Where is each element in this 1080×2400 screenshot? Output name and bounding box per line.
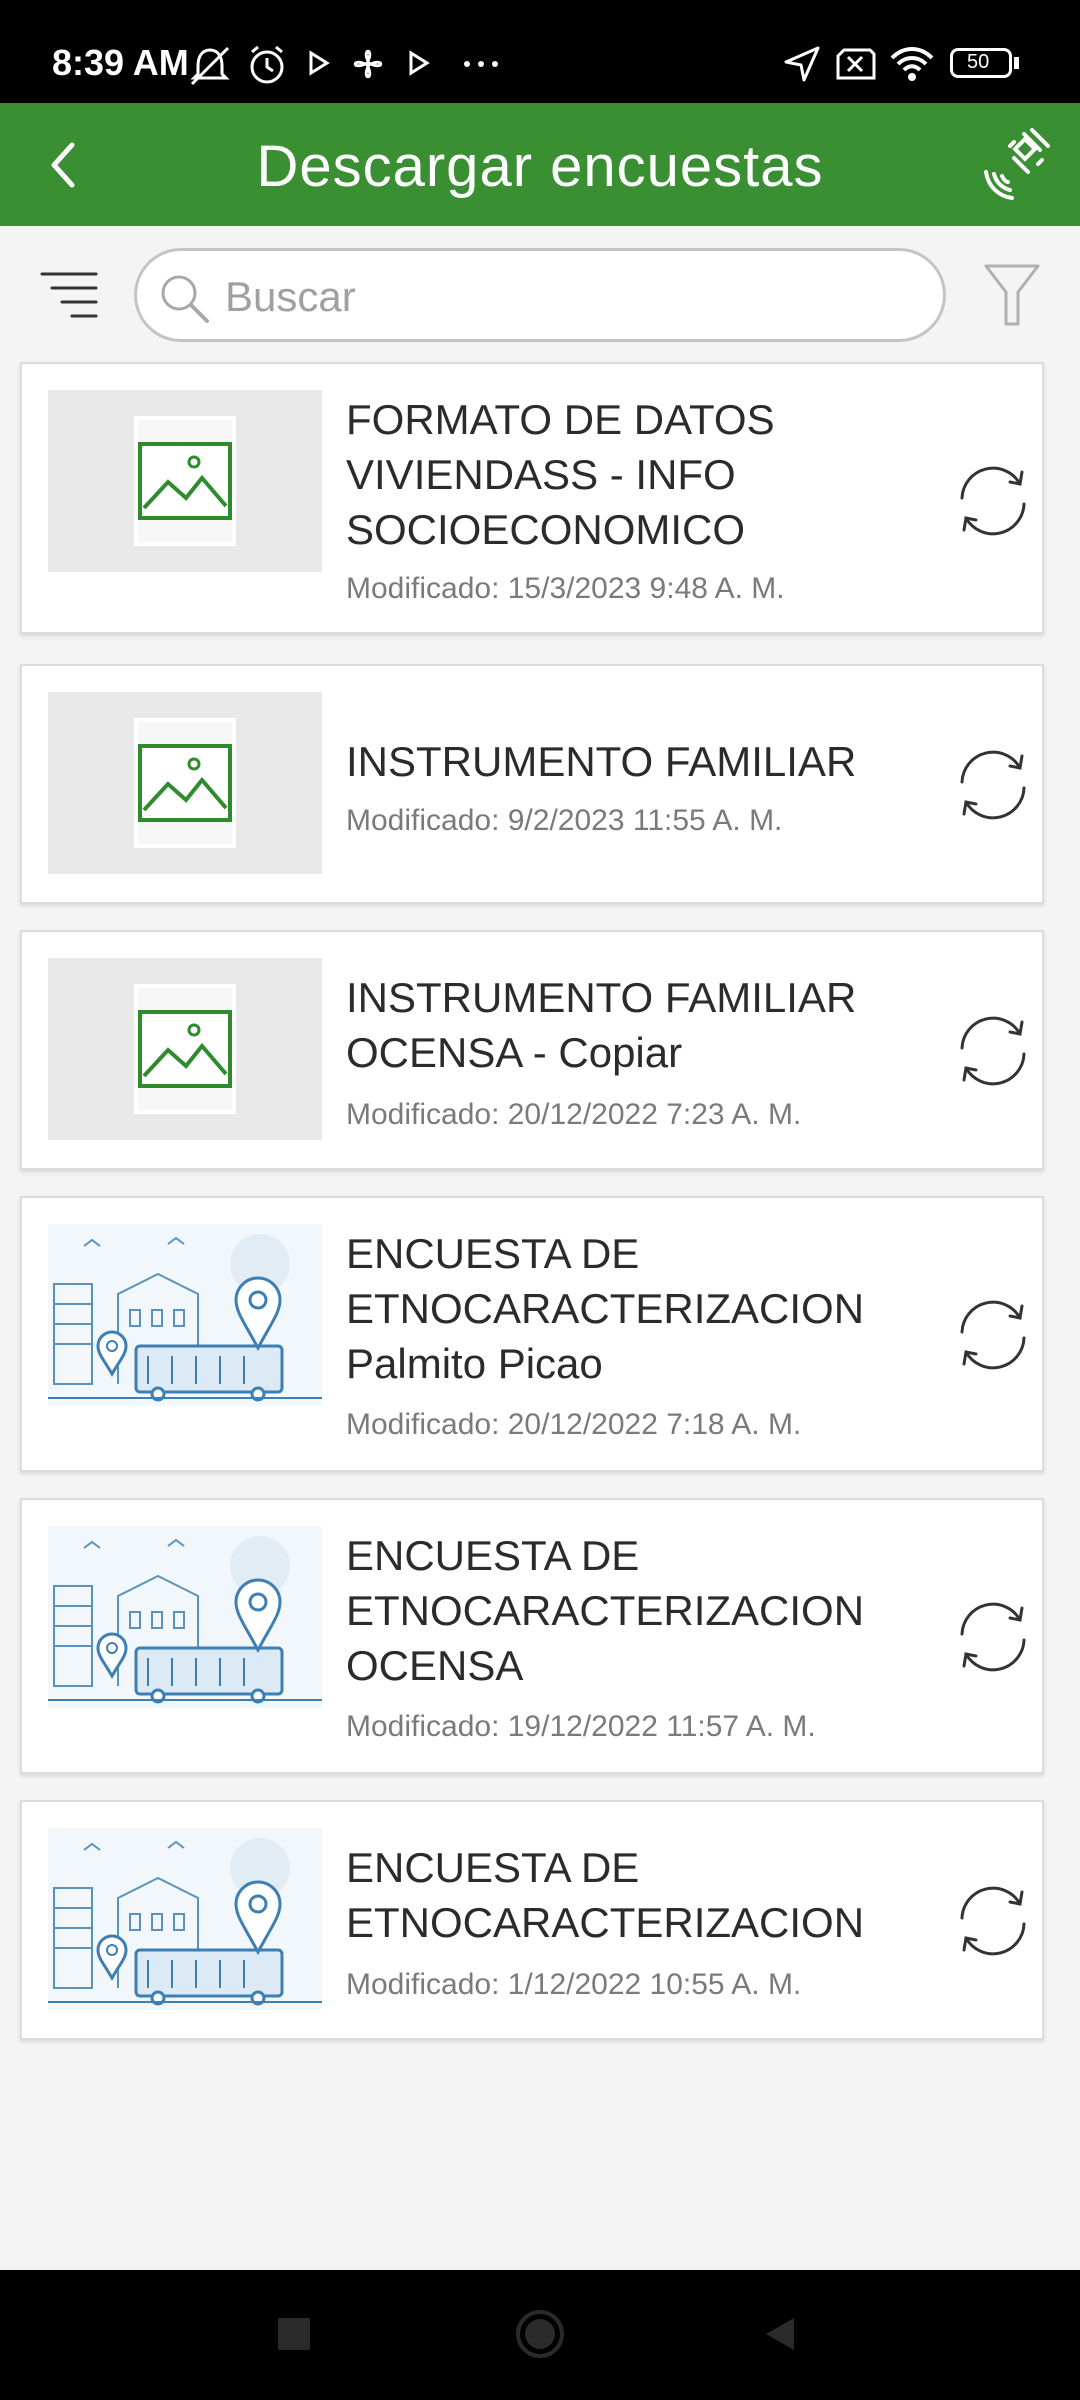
survey-card[interactable]: INSTRUMENTO FAMILIAR OCENSA - Copiar Mod… [20,930,1044,1170]
survey-card[interactable]: ENCUESTA DE ETNOCARACTERIZACION Modifica… [20,1800,1044,2040]
survey-modified: Modificado: 20/12/2022 7:18 A. M. [346,1408,802,1441]
city-bus-illustration [48,1828,322,2010]
battery-icon: 50 [950,48,1012,78]
survey-modified: Modificado: 1/12/2022 10:55 A. M. [346,1968,802,2001]
status-bar: 8:39 AM 50 [0,0,1080,103]
search-input[interactable] [223,265,907,329]
satellite-download-button[interactable] [980,128,1056,204]
sort-menu-button[interactable] [38,266,100,328]
search-box[interactable] [134,248,946,342]
search-toolbar [0,226,1080,356]
mute-icon [190,46,230,86]
image-placeholder-icon [48,692,322,874]
no-sim-icon [836,48,876,80]
sync-icon[interactable] [952,744,1034,826]
status-time: 8:39 AM [52,42,189,83]
survey-modified: Modificado: 9/2/2023 11:55 A. M. [346,804,783,837]
play-store-icon [409,50,430,76]
back-nav-button[interactable] [760,2314,800,2354]
image-placeholder-icon [48,390,322,572]
survey-title: INSTRUMENTO FAMILIAR [346,738,857,785]
filter-button[interactable] [982,260,1042,330]
image-placeholder-icon [48,958,322,1140]
battery-level: 50 [967,51,990,73]
survey-title: ENCUESTA DE ETNOCARACTERIZACION OCENSA [346,1532,865,1689]
system-nav-bar [0,2270,1080,2400]
sync-icon[interactable] [952,1294,1034,1376]
sync-icon[interactable] [952,1596,1034,1678]
survey-card[interactable]: ENCUESTA DE ETNOCARACTERIZACION Palmito … [20,1196,1044,1472]
search-icon [161,275,209,323]
sync-icon[interactable] [952,1010,1034,1092]
survey-modified: Modificado: 20/12/2022 7:23 A. M. [346,1098,802,1131]
play-store-icon [309,50,330,76]
wifi-icon [890,47,934,81]
city-bus-illustration [48,1526,322,1708]
recents-button[interactable] [274,2314,314,2354]
page-title: Descargar encuestas [256,134,824,199]
location-icon [784,46,820,82]
sync-icon[interactable] [952,1880,1034,1962]
survey-card[interactable]: ENCUESTA DE ETNOCARACTERIZACION OCENSA M… [20,1498,1044,1774]
survey-title: FORMATO DE DATOS VIVIENDASS - INFO SOCIO… [346,396,775,553]
fan-icon [353,49,383,79]
sync-icon[interactable] [952,460,1034,542]
survey-title: ENCUESTA DE ETNOCARACTERIZACION Palmito … [346,1230,865,1387]
more-notifications-icon [464,61,498,67]
survey-title: INSTRUMENTO FAMILIAR OCENSA - Copiar [346,974,857,1076]
battery-tip [1014,57,1019,69]
alarm-icon [250,45,284,84]
survey-modified: Modificado: 15/3/2023 9:48 A. M. [346,572,785,605]
city-bus-illustration [48,1224,322,1406]
home-button[interactable] [514,2308,566,2360]
survey-title: ENCUESTA DE ETNOCARACTERIZACION [346,1844,865,1946]
app-bar: Descargar encuestas [0,103,1080,226]
survey-card[interactable]: INSTRUMENTO FAMILIAR Modificado: 9/2/202… [20,664,1044,904]
survey-modified: Modificado: 19/12/2022 11:57 A. M. [346,1710,816,1743]
survey-card[interactable]: FORMATO DE DATOS VIVIENDASS - INFO SOCIO… [20,362,1044,634]
